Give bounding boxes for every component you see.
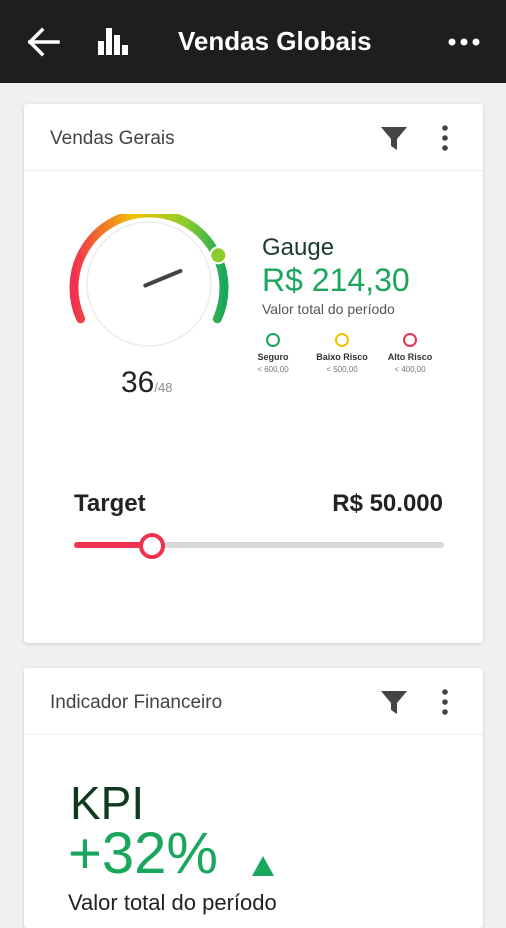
gauge-value: 36/48	[121, 366, 172, 400]
legend-dot	[403, 333, 417, 347]
card-header: Vendas Gerais	[24, 104, 483, 171]
bar-chart-icon[interactable]	[96, 24, 130, 58]
kebab-menu-icon[interactable]	[439, 123, 451, 153]
legend-range: < 600,00	[257, 365, 289, 374]
kebab-menu-icon[interactable]	[439, 687, 451, 717]
legend-dot	[335, 333, 349, 347]
gauge-chart	[69, 214, 229, 347]
more-horizontal-icon[interactable]	[446, 30, 482, 54]
card-title: Indicador Financeiro	[50, 692, 223, 713]
gauge-arc	[69, 214, 229, 324]
card-header: Indicador Financeiro	[24, 668, 483, 735]
legend-item-baixo-risco: Baixo Risco < 500,00	[312, 333, 372, 374]
filter-icon[interactable]	[379, 123, 409, 153]
app-title: Vendas Globais	[178, 26, 372, 56]
target-label: Target	[74, 490, 146, 517]
legend-item-alto-risco: Alto Risco < 400,00	[380, 333, 440, 374]
filter-icon[interactable]	[379, 687, 409, 717]
trend-up-icon	[252, 856, 274, 876]
gauge-max: /48	[154, 380, 173, 395]
kpi-value: +32%	[68, 821, 218, 886]
gauge-heading: Gauge	[262, 234, 335, 261]
gauge-amount: R$ 214,30	[262, 262, 410, 298]
gauge-needle	[143, 268, 183, 288]
sales-card: Vendas Gerais 36/48 Gauge R$ 214,30 Valo…	[24, 104, 483, 643]
legend-label: Alto Risco	[387, 352, 433, 362]
legend-range: < 400,00	[394, 365, 426, 374]
legend-dot	[266, 333, 280, 347]
gauge-marker	[209, 246, 228, 265]
gauge-subtitle: Valor total do período	[262, 301, 395, 317]
slider-thumb[interactable]	[138, 533, 165, 559]
legend-item-seguro: Seguro < 600,00	[243, 333, 303, 374]
legend-label: Seguro	[257, 352, 289, 362]
card-title: Vendas Gerais	[50, 128, 175, 149]
kpi-subtitle: Valor total do período	[68, 890, 277, 915]
target-slider[interactable]	[74, 531, 444, 561]
arrow-back-icon[interactable]	[26, 26, 62, 58]
financial-indicator-card: Indicador Financeiro KPI +32% Valor tota…	[24, 668, 483, 928]
gauge-current: 36	[121, 366, 155, 399]
legend-range: < 500,00	[326, 365, 358, 374]
legend-label: Baixo Risco	[316, 352, 368, 362]
app-bar: Vendas Globais	[0, 0, 506, 83]
target-value: R$ 50.000	[332, 490, 443, 517]
